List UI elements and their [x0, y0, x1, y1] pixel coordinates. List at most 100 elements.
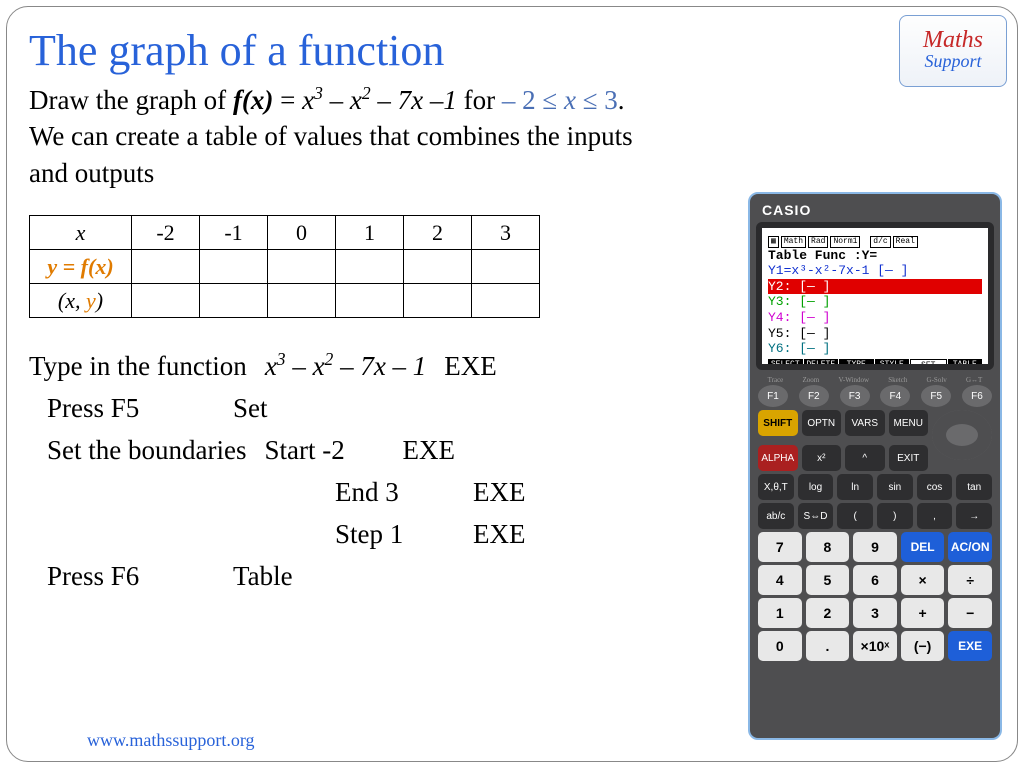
key-6[interactable]: 6	[853, 565, 897, 595]
prompt-draw: Draw the graph of	[29, 85, 233, 115]
key-ln[interactable]: ln	[837, 474, 873, 500]
prompt-eq: =	[273, 85, 302, 115]
instr-setbound: Set the boundaries	[47, 430, 246, 472]
key-dpad[interactable]	[932, 410, 992, 460]
logo-line1: Maths	[923, 30, 983, 52]
key-f5[interactable]: F5	[921, 385, 951, 407]
key-f1[interactable]: F1	[758, 385, 788, 407]
key-f3[interactable]: F3	[840, 385, 870, 407]
key-9[interactable]: 9	[853, 532, 897, 562]
key-rp[interactable]: )	[877, 503, 913, 529]
key-5[interactable]: 5	[806, 565, 850, 595]
instr-pressf6: Press F6	[47, 556, 215, 598]
key-sin[interactable]: sin	[877, 474, 913, 500]
instr-exe2: EXE	[402, 430, 454, 472]
key-4[interactable]: 4	[758, 565, 802, 595]
key-del[interactable]: DEL	[901, 532, 945, 562]
key-frac[interactable]: ab/c	[758, 503, 794, 529]
menu-style: STYLE	[875, 359, 910, 370]
key-exit[interactable]: EXIT	[889, 445, 929, 471]
calc-screen: ▦MathRadNorm1 d/cReal Table Func :Y= Y1=…	[756, 222, 994, 370]
screen-y4: Y4: [— ]	[768, 310, 982, 326]
key-f6[interactable]: F6	[962, 385, 992, 407]
key-tan[interactable]: tan	[956, 474, 992, 500]
footer-url: www.mathssupport.org	[87, 730, 255, 751]
instr-table: Table	[233, 556, 293, 598]
key-dot[interactable]: .	[806, 631, 850, 661]
row-xy-label: (x, y)	[30, 284, 132, 318]
key-div[interactable]: ÷	[948, 565, 992, 595]
prompt-domain: – 2 ≤ x ≤ 3	[502, 85, 618, 115]
screen-y5: Y5: [— ]	[768, 326, 982, 342]
key-menu[interactable]: MENU	[889, 410, 929, 436]
key-f4[interactable]: F4	[880, 385, 910, 407]
screen-y6: Y6: [— ]	[768, 341, 982, 357]
key-vars[interactable]: VARS	[845, 410, 885, 436]
key-cos[interactable]: cos	[917, 474, 953, 500]
instr-poly: x3 – x2 – 7x – 1	[265, 346, 426, 388]
prompt-period: .	[618, 85, 625, 115]
key-3[interactable]: 3	[853, 598, 897, 628]
x-val: 2	[404, 216, 472, 250]
row-x-label: x	[30, 216, 132, 250]
x-val: 3	[472, 216, 540, 250]
instr-exe4: EXE	[473, 514, 525, 556]
key-f2[interactable]: F2	[799, 385, 829, 407]
x-val: 0	[268, 216, 336, 250]
key-mul[interactable]: ×	[901, 565, 945, 595]
screen-y1: Y1=x³-x²-7x-1 [— ]	[768, 263, 982, 279]
key-sub[interactable]: −	[948, 598, 992, 628]
calc-keys: TraceZoomV-WindowSketchG-SolvG↔T F1 F2 F…	[756, 370, 994, 732]
key-sd[interactable]: S⇔D	[798, 503, 834, 529]
menu-select: SELECT	[768, 359, 803, 370]
key-x2[interactable]: x²	[802, 445, 842, 471]
instr-exe: EXE	[444, 346, 496, 388]
prompt-text: Draw the graph of f(x) = x3 – x2 – 7x –1…	[29, 82, 649, 191]
value-table: x -2 -1 0 1 2 3 y = f(x) (x, y)	[29, 215, 540, 318]
key-lp[interactable]: (	[837, 503, 873, 529]
key-shift[interactable]: SHIFT	[758, 410, 798, 436]
prompt-line2: We can create a table of values that com…	[29, 121, 633, 187]
prompt-fx: f(x)	[233, 85, 273, 115]
key-arrow[interactable]: →	[956, 503, 992, 529]
calculator: CASIO ▦MathRadNorm1 d/cReal Table Func :…	[748, 192, 1002, 740]
key-alpha[interactable]: ALPHA	[758, 445, 798, 471]
screen-icons: ▦MathRadNorm1 d/cReal	[768, 232, 982, 248]
key-2[interactable]: 2	[806, 598, 850, 628]
key-1[interactable]: 1	[758, 598, 802, 628]
instr-typein: Type in the function	[29, 346, 247, 388]
screen-y2: Y2: [— ]	[768, 279, 982, 295]
key-neg[interactable]: (−)	[901, 631, 945, 661]
instr-end: End 3	[335, 472, 455, 514]
instr-start: Start -2	[264, 430, 384, 472]
menu-table: TABLE	[948, 359, 983, 370]
x-val: 1	[336, 216, 404, 250]
x-val: -1	[200, 216, 268, 250]
menu-type: TYPE	[839, 359, 874, 370]
key-8[interactable]: 8	[806, 532, 850, 562]
key-exe[interactable]: EXE	[948, 631, 992, 661]
prompt-poly: x3 – x2 – 7x –1	[302, 85, 457, 115]
menu-set: SET	[910, 359, 947, 370]
screen-y3: Y3: [— ]	[768, 294, 982, 310]
key-add[interactable]: +	[901, 598, 945, 628]
table-row-xy: (x, y)	[30, 284, 540, 318]
instr-set: Set	[233, 388, 268, 430]
key-pow[interactable]: ^	[845, 445, 885, 471]
key-xtt[interactable]: X,θ,T	[758, 474, 794, 500]
key-optn[interactable]: OPTN	[802, 410, 842, 436]
logo-badge: Maths Support	[899, 15, 1007, 87]
instr-pressf5: Press F5	[47, 388, 215, 430]
key-exp[interactable]: ×10ˣ	[853, 631, 897, 661]
key-log[interactable]: log	[798, 474, 834, 500]
menu-delete: DELETE	[804, 359, 839, 370]
screen-header: Table Func :Y=	[768, 248, 982, 264]
key-7[interactable]: 7	[758, 532, 802, 562]
key-comma[interactable]: ,	[917, 503, 953, 529]
key-0[interactable]: 0	[758, 631, 802, 661]
key-ac[interactable]: AC/ON	[948, 532, 992, 562]
instr-step: Step 1	[335, 514, 455, 556]
x-val: -2	[132, 216, 200, 250]
prompt-for: for	[457, 85, 502, 115]
slide-title: The graph of a function	[29, 25, 995, 76]
